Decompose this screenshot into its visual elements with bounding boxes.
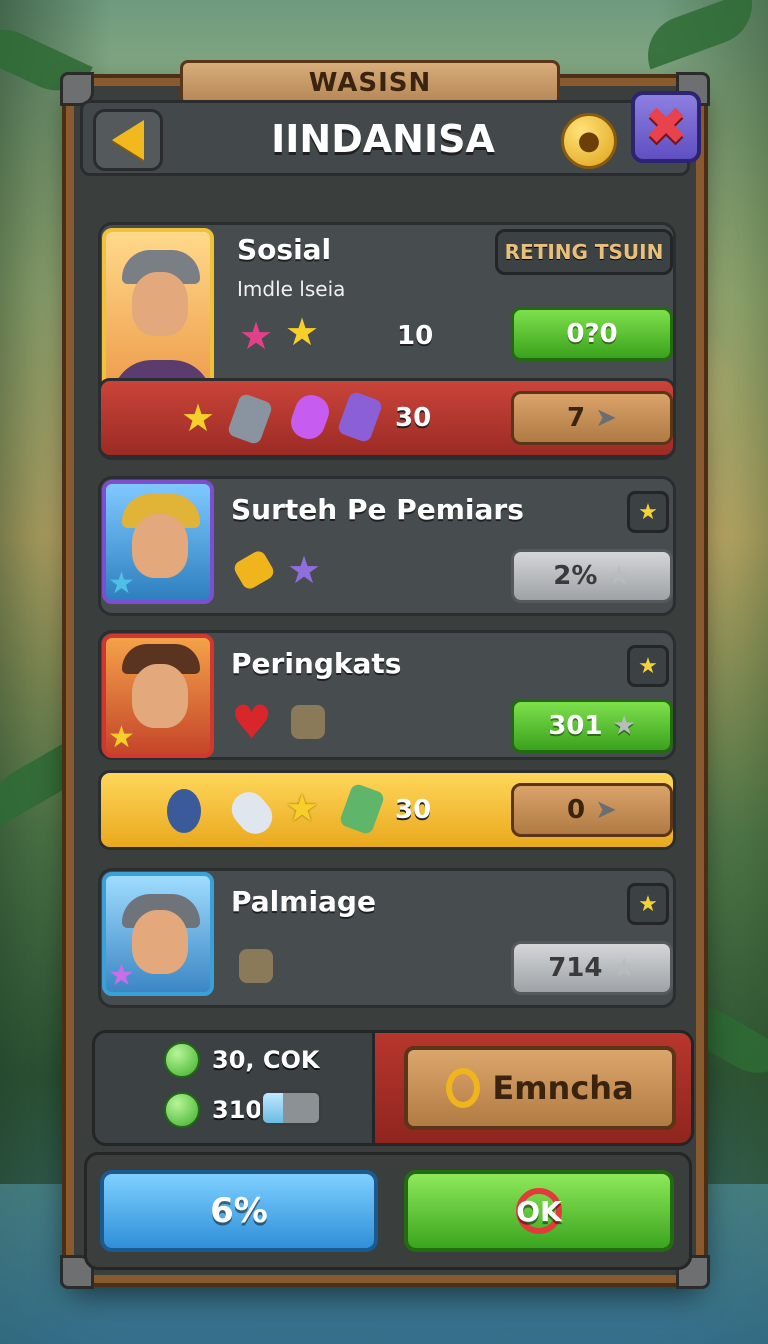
star-icon: ★ (108, 566, 135, 601)
bag-icon (291, 705, 325, 739)
helmet-icon (167, 789, 201, 833)
value-button[interactable]: 714 ★ (511, 941, 673, 995)
reward-button[interactable]: 0 ➤ (511, 783, 673, 837)
value-button[interactable]: 0?0 (511, 307, 673, 361)
ok-button-label: OK (516, 1194, 562, 1228)
star-icon: ★ (607, 561, 631, 591)
secondary-button-label: 6% (210, 1191, 268, 1231)
bag-icon (239, 949, 273, 983)
chevron-right-icon: ➤ (595, 403, 617, 433)
reward-value: 0 (567, 795, 586, 825)
action-button-label: Emncha (492, 1069, 634, 1107)
action-button[interactable]: Emncha (404, 1046, 676, 1130)
star-icon: ★ (612, 711, 636, 741)
secondary-button[interactable]: 6% (100, 1170, 378, 1252)
item-name: Palmiage (231, 885, 376, 918)
resource-gems: 30, COK (212, 1046, 320, 1074)
close-button[interactable]: ✖ (631, 91, 701, 163)
value-button[interactable]: 301 ★ (511, 699, 673, 753)
item-subtitle: Imdle lseia (237, 277, 346, 301)
star-icon: ★ (287, 548, 322, 592)
reward-button[interactable]: 7 ➤ (511, 391, 673, 445)
ring-icon (446, 1068, 481, 1108)
help-icon: ● (577, 126, 601, 156)
ok-ring-icon: OK (516, 1188, 562, 1234)
avatar: ★ (102, 634, 214, 758)
star-icon: ★ (239, 314, 274, 358)
avatar-face (132, 272, 188, 336)
avatar: ★ (102, 480, 214, 604)
star-icon: ★ (612, 953, 636, 983)
value-label: 2% (553, 561, 598, 591)
gem-icon (164, 1042, 200, 1078)
close-icon: ✖ (644, 97, 688, 157)
page-title: IINDANISA (271, 117, 495, 161)
back-arrow-icon (112, 120, 144, 160)
reward-row[interactable]: ★ 30 0 ➤ (98, 770, 676, 850)
heart-icon: ♥ (231, 695, 273, 749)
item-name: Sosial (237, 233, 332, 266)
value-label: 0?0 (566, 319, 618, 349)
resource-progress (260, 1090, 322, 1126)
resource-progress-fill (263, 1093, 283, 1123)
avatar-face (132, 910, 188, 974)
value-label: 301 (548, 711, 603, 741)
rocket-icon (224, 785, 280, 841)
help-button[interactable]: ● (561, 113, 617, 169)
rank-tag: RETING TSUIN (495, 229, 673, 275)
item-count: 10 (397, 321, 434, 351)
star-icon: ★ (108, 720, 135, 755)
helmet-icon (226, 392, 274, 446)
avatar-face (132, 514, 188, 578)
star-icon: ★ (285, 786, 320, 830)
value-label: 714 (548, 953, 603, 983)
reward-row[interactable]: ★ 30 7 ➤ (98, 378, 676, 458)
potion-icon (338, 782, 386, 836)
back-button[interactable] (93, 109, 163, 171)
star-icon: ★ (108, 958, 135, 993)
chevron-right-icon: ➤ (595, 795, 617, 825)
ticket-icon (231, 548, 277, 592)
potion-icon (336, 390, 384, 444)
gem-icon (164, 1092, 200, 1128)
reward-count: 30 (395, 795, 432, 825)
potion-icon (286, 390, 334, 444)
value-button[interactable]: 2% ★ (511, 549, 673, 603)
star-icon: ★ (181, 396, 216, 440)
reward-value: 7 (567, 403, 586, 433)
avatar: ★ (102, 872, 214, 996)
star-icon: ★ (285, 310, 320, 354)
resource-count: 310 (212, 1096, 263, 1124)
favorite-button[interactable]: ★ (627, 491, 669, 533)
reward-count: 30 (395, 403, 432, 433)
favorite-button[interactable]: ★ (627, 645, 669, 687)
ok-button[interactable]: OK (404, 1170, 674, 1252)
item-name: Surteh Pe Pemiars (231, 493, 524, 526)
item-name: Peringkats (231, 647, 402, 680)
avatar-face (132, 664, 188, 728)
header-bar: IINDANISA ● ✖ (80, 91, 701, 176)
favorite-button[interactable]: ★ (627, 883, 669, 925)
